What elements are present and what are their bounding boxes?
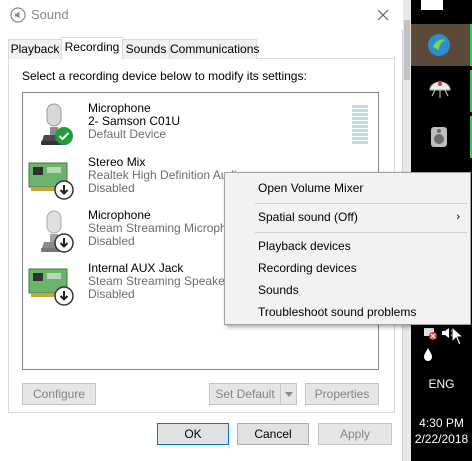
menu-item-open-volume-mixer[interactable]: Open Volume Mixer [225,177,470,199]
tab-sounds[interactable]: Sounds [122,39,170,59]
apply-button[interactable]: Apply [318,423,392,445]
configure-button[interactable]: Configure [22,383,96,405]
device-status: Disabled [88,181,135,195]
device-status: Default Device [88,127,167,141]
title-bar[interactable]: Sound [0,0,403,30]
microphone-icon [41,103,73,145]
device-name: Stereo Mix [88,155,146,169]
speaker-icon [431,127,447,147]
device-name: Microphone [88,101,151,115]
clock-time[interactable]: 4:30 PM [411,416,472,430]
menu-item-label: Spatial sound (Off) [258,210,358,224]
tab-playback[interactable]: Playback [8,39,62,59]
device-detail: Steam Streaming Speakers [88,274,235,288]
default-check-badge [55,127,73,145]
device-detail: Steam Streaming Microphone [88,221,247,235]
device-name: Internal AUX Jack [88,261,184,275]
properties-button[interactable]: Properties [305,383,379,405]
sound-card-icon [28,268,74,306]
ok-button[interactable]: OK [157,423,229,445]
network-error-icon [424,328,437,340]
device-detail: Realtek High Definition Audio [88,168,244,182]
close-icon [377,9,389,21]
menu-item-recording-devices[interactable]: Recording devices [225,257,470,279]
cancel-button[interactable]: Cancel [237,423,309,445]
tab-recording[interactable]: Recording [61,37,123,60]
device-name: Microphone [88,208,151,222]
menu-item-troubleshoot[interactable]: Troubleshoot sound problems [225,301,470,323]
menu-separator [255,232,467,233]
set-default-button[interactable]: Set Default [209,383,281,405]
speaker-icon [10,7,26,23]
device-status: Disabled [88,234,135,248]
microphone-icon [41,210,74,253]
clock-date[interactable]: 2/22/2018 [411,432,472,446]
device-detail: 2- Samson C01U [88,114,181,128]
chevron-right-icon: › [456,211,460,223]
taskbar-app-3[interactable] [411,116,472,158]
close-button[interactable] [370,4,396,26]
instruction-text: Select a recording device below to modif… [22,69,307,83]
context-menu: Open Volume Mixer Spatial sound (Off) › … [224,172,471,325]
umbrella-icon [429,81,451,98]
menu-item-playback-devices[interactable]: Playback devices [225,235,470,257]
mouse-cursor-icon [451,326,465,346]
menu-separator [255,203,467,204]
device-status: Disabled [88,287,135,301]
menu-item-spatial-sound[interactable]: Spatial sound (Off) › [225,206,470,228]
level-meter [352,105,368,147]
droplet-icon[interactable] [421,347,435,363]
window-title: Sound [31,7,69,22]
chevron-down-icon [284,391,293,397]
tab-communications[interactable]: Communications [169,39,259,59]
taskbar-app-2[interactable] [411,70,472,112]
language-indicator[interactable]: ENG [411,377,472,391]
menu-item-sounds[interactable]: Sounds [225,279,470,301]
list-item[interactable]: Microphone 2- Samson C01U Default Device [23,99,378,153]
app-tile-icon[interactable] [421,0,443,10]
sound-card-icon [28,162,74,200]
app-logo-icon [428,34,450,56]
taskbar-app-1[interactable] [411,24,472,66]
set-default-dropdown[interactable] [280,383,297,405]
